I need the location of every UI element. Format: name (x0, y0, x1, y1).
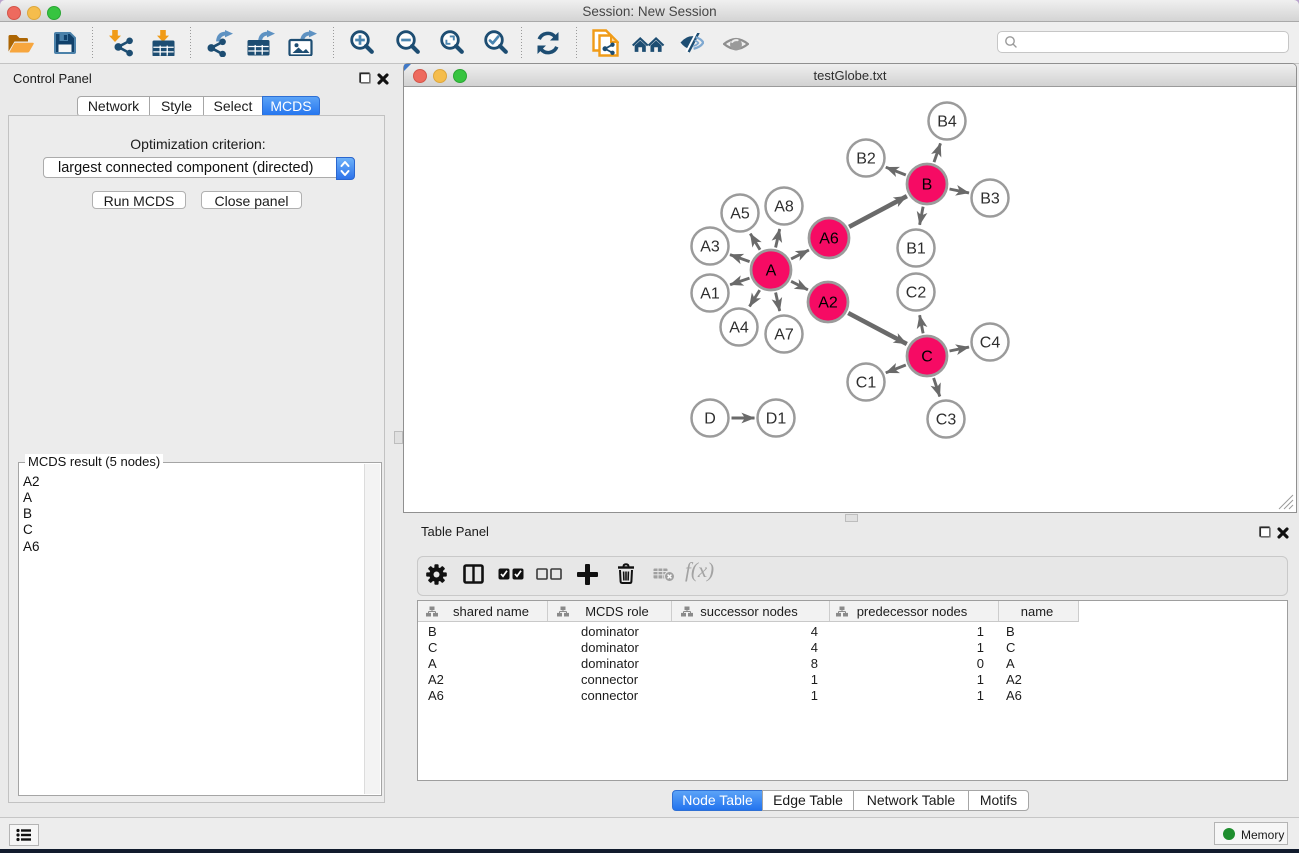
svg-text:A8: A8 (774, 199, 794, 216)
svg-text:C4: C4 (980, 335, 1001, 352)
svg-text:C1: C1 (856, 375, 877, 392)
svg-text:A5: A5 (730, 206, 750, 223)
svg-text:B4: B4 (937, 114, 957, 131)
svg-text:A7: A7 (774, 327, 794, 344)
svg-text:A1: A1 (700, 286, 720, 303)
svg-text:A4: A4 (729, 320, 749, 337)
svg-text:A3: A3 (700, 239, 720, 256)
svg-text:D: D (704, 411, 716, 428)
svg-text:f(x): f(x) (685, 560, 714, 582)
svg-text:A2: A2 (818, 295, 838, 312)
svg-text:B1: B1 (906, 241, 926, 258)
svg-text:D1: D1 (766, 411, 787, 428)
svg-text:C: C (921, 349, 933, 366)
svg-text:B2: B2 (856, 151, 876, 168)
svg-text:A: A (766, 263, 777, 280)
svg-text:A6: A6 (819, 231, 839, 248)
svg-text:B3: B3 (980, 191, 1000, 208)
svg-text:C3: C3 (936, 412, 957, 429)
svg-text:B: B (922, 177, 933, 194)
svg-text:C2: C2 (906, 285, 927, 302)
